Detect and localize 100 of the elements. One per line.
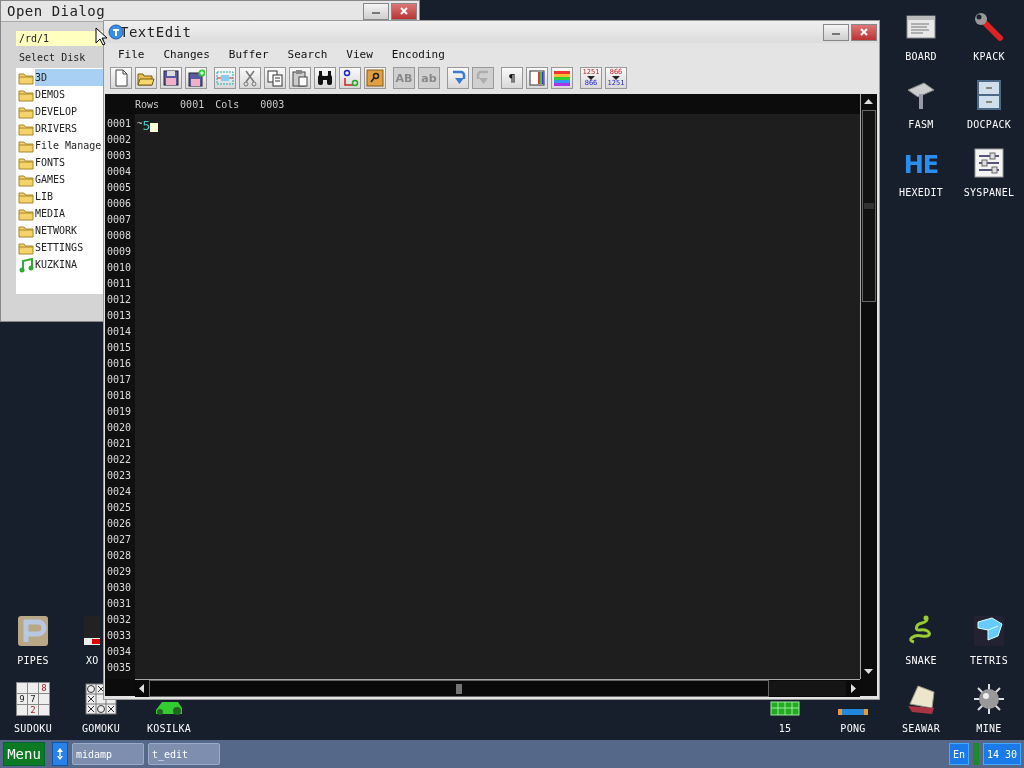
text-area[interactable]: ~5 xyxy=(135,114,860,679)
minimize-button[interactable] xyxy=(363,2,389,20)
grip-icon xyxy=(864,203,874,209)
file-list-item[interactable]: MEDIA xyxy=(35,205,103,222)
toolbar-button[interactable] xyxy=(526,67,548,89)
close-icon xyxy=(859,27,869,37)
menu-item[interactable]: Buffer xyxy=(228,47,278,61)
clipboard-icon xyxy=(291,69,309,87)
desktop-icon-label[interactable]: MINE xyxy=(976,723,1002,735)
desktop-icon-label[interactable]: KPACK xyxy=(973,51,1005,63)
sudoku-digit: 7 xyxy=(30,694,36,704)
desktop-icon-label[interactable]: GOMOKU xyxy=(82,723,120,735)
line-number: 0009 xyxy=(106,245,133,259)
file-list-item[interactable]: DEVELOP xyxy=(35,103,103,120)
clock[interactable]: 14 30 xyxy=(983,743,1021,765)
arrow-down-icon xyxy=(587,76,595,80)
scroll-thumb[interactable] xyxy=(149,680,769,697)
toolbar-button[interactable] xyxy=(185,67,207,89)
line-number: 0035 xyxy=(106,661,133,675)
scroll-thumb[interactable] xyxy=(862,110,876,302)
line-number: 0021 xyxy=(106,437,133,451)
desktop-icon-label[interactable]: HEXEDIT xyxy=(898,187,944,199)
file-list-item[interactable]: 3D xyxy=(35,69,103,86)
language-indicator[interactable]: En xyxy=(949,743,969,765)
close-button[interactable] xyxy=(851,23,877,41)
desktop-icon-label[interactable]: PONG xyxy=(840,723,866,735)
desktop-icon-label[interactable]: SYSPANEL xyxy=(963,187,1015,199)
pipe-icon[interactable] xyxy=(16,614,50,648)
sudoku-digit: 9 xyxy=(19,694,25,704)
sudoku-digit: 2 xyxy=(30,705,36,715)
sudoku-board-icon[interactable]: 8 9 7 2 xyxy=(16,682,50,716)
line-number: 0019 xyxy=(106,405,133,419)
line-number: 0016 xyxy=(106,357,133,371)
menu-item[interactable]: Changes xyxy=(163,47,219,61)
minimize-button[interactable] xyxy=(823,23,849,41)
vertical-scrollbar[interactable] xyxy=(860,94,877,679)
line-number: 0027 xyxy=(106,533,133,547)
paddle-icon[interactable] xyxy=(836,708,870,716)
menu-item[interactable]: File xyxy=(118,47,154,61)
desktop-icon-label[interactable]: SEAWAR xyxy=(902,723,940,735)
line-number: 0020 xyxy=(106,421,133,435)
line-number: 0031 xyxy=(106,597,133,611)
wrench-icon[interactable] xyxy=(972,10,1006,44)
line-number: 0013 xyxy=(106,309,133,323)
menu-button[interactable]: Menu xyxy=(3,742,45,766)
file-list-item[interactable]: DRIVERS xyxy=(35,120,103,137)
desktop-icon-label[interactable]: KOSILKA xyxy=(146,723,192,735)
line-number: 0017 xyxy=(106,373,133,387)
section-label: Select Disk xyxy=(19,52,86,63)
tile-grid-icon[interactable] xyxy=(768,701,802,716)
file-list-item[interactable]: FONTS xyxy=(35,154,103,171)
desktop-icon-label[interactable]: FASM xyxy=(908,119,934,131)
desktop-icon-label[interactable]: PIPES xyxy=(17,655,49,667)
line-number: 0002 xyxy=(106,133,133,147)
menu-item[interactable]: View xyxy=(346,47,382,61)
desktop-icon-label[interactable]: XO xyxy=(86,655,99,667)
mine-icon[interactable] xyxy=(972,682,1006,716)
file-list-item[interactable]: File Manage xyxy=(35,137,103,154)
status-value: 0001 xyxy=(180,98,205,110)
music-note-icon xyxy=(18,256,34,273)
menu-item[interactable]: Encoding xyxy=(391,47,454,61)
status-indicator xyxy=(973,743,979,765)
desktop-icon-label[interactable]: TETRIS xyxy=(970,655,1008,667)
desktop-icon-label[interactable]: BOARD xyxy=(905,51,937,63)
menu-item[interactable]: Search xyxy=(287,47,337,61)
path-field[interactable]: /rd/1 xyxy=(16,31,103,46)
hexedit-logo[interactable]: HE xyxy=(903,150,939,180)
floppy-disk-plus-icon xyxy=(187,69,205,87)
line-number: 0011 xyxy=(106,277,133,291)
sliders-icon[interactable] xyxy=(972,146,1006,180)
file-list-item[interactable]: LIB xyxy=(35,188,103,205)
file-list-item[interactable]: KUZKINA xyxy=(35,256,103,273)
status-label: Cols xyxy=(215,98,240,110)
line-number: 0005 xyxy=(106,181,133,195)
file-list-item[interactable]: NETWORK xyxy=(35,222,103,239)
color-scheme-icon xyxy=(528,69,546,87)
line-number: 0022 xyxy=(106,453,133,467)
grip-icon xyxy=(456,683,462,694)
file-list-item[interactable]: DEMOS xyxy=(35,86,103,103)
toolbar-button[interactable] xyxy=(364,67,386,89)
desktop-icon-label[interactable]: DOCPACK xyxy=(966,119,1012,131)
desktop-icon-label[interactable]: 15 xyxy=(778,723,792,735)
toolbar-button[interactable] xyxy=(314,67,336,89)
switch-button[interactable] xyxy=(52,742,68,766)
text-line: 5 xyxy=(142,119,151,133)
line-number: 0025 xyxy=(106,501,133,515)
toolbar-button[interactable]: ¶ xyxy=(501,67,523,89)
blocks-icon[interactable] xyxy=(972,614,1006,648)
status-value: 0003 xyxy=(260,98,285,110)
desktop-icon-label[interactable]: SNAKE xyxy=(905,655,937,667)
desktop-icon-label[interactable]: SUDOKU xyxy=(14,723,52,735)
game-board-icon[interactable] xyxy=(84,614,100,648)
line-number: 0014 xyxy=(106,325,133,339)
file-list-item[interactable]: SETTINGS xyxy=(35,239,103,256)
file-list-item[interactable]: GAMES xyxy=(35,171,103,188)
mouse-pointer-icon xyxy=(95,27,107,46)
line-number: 0006 xyxy=(106,197,133,211)
close-button[interactable] xyxy=(391,2,417,20)
toolbar-button[interactable] xyxy=(160,67,182,89)
line-number: 0023 xyxy=(106,469,133,483)
